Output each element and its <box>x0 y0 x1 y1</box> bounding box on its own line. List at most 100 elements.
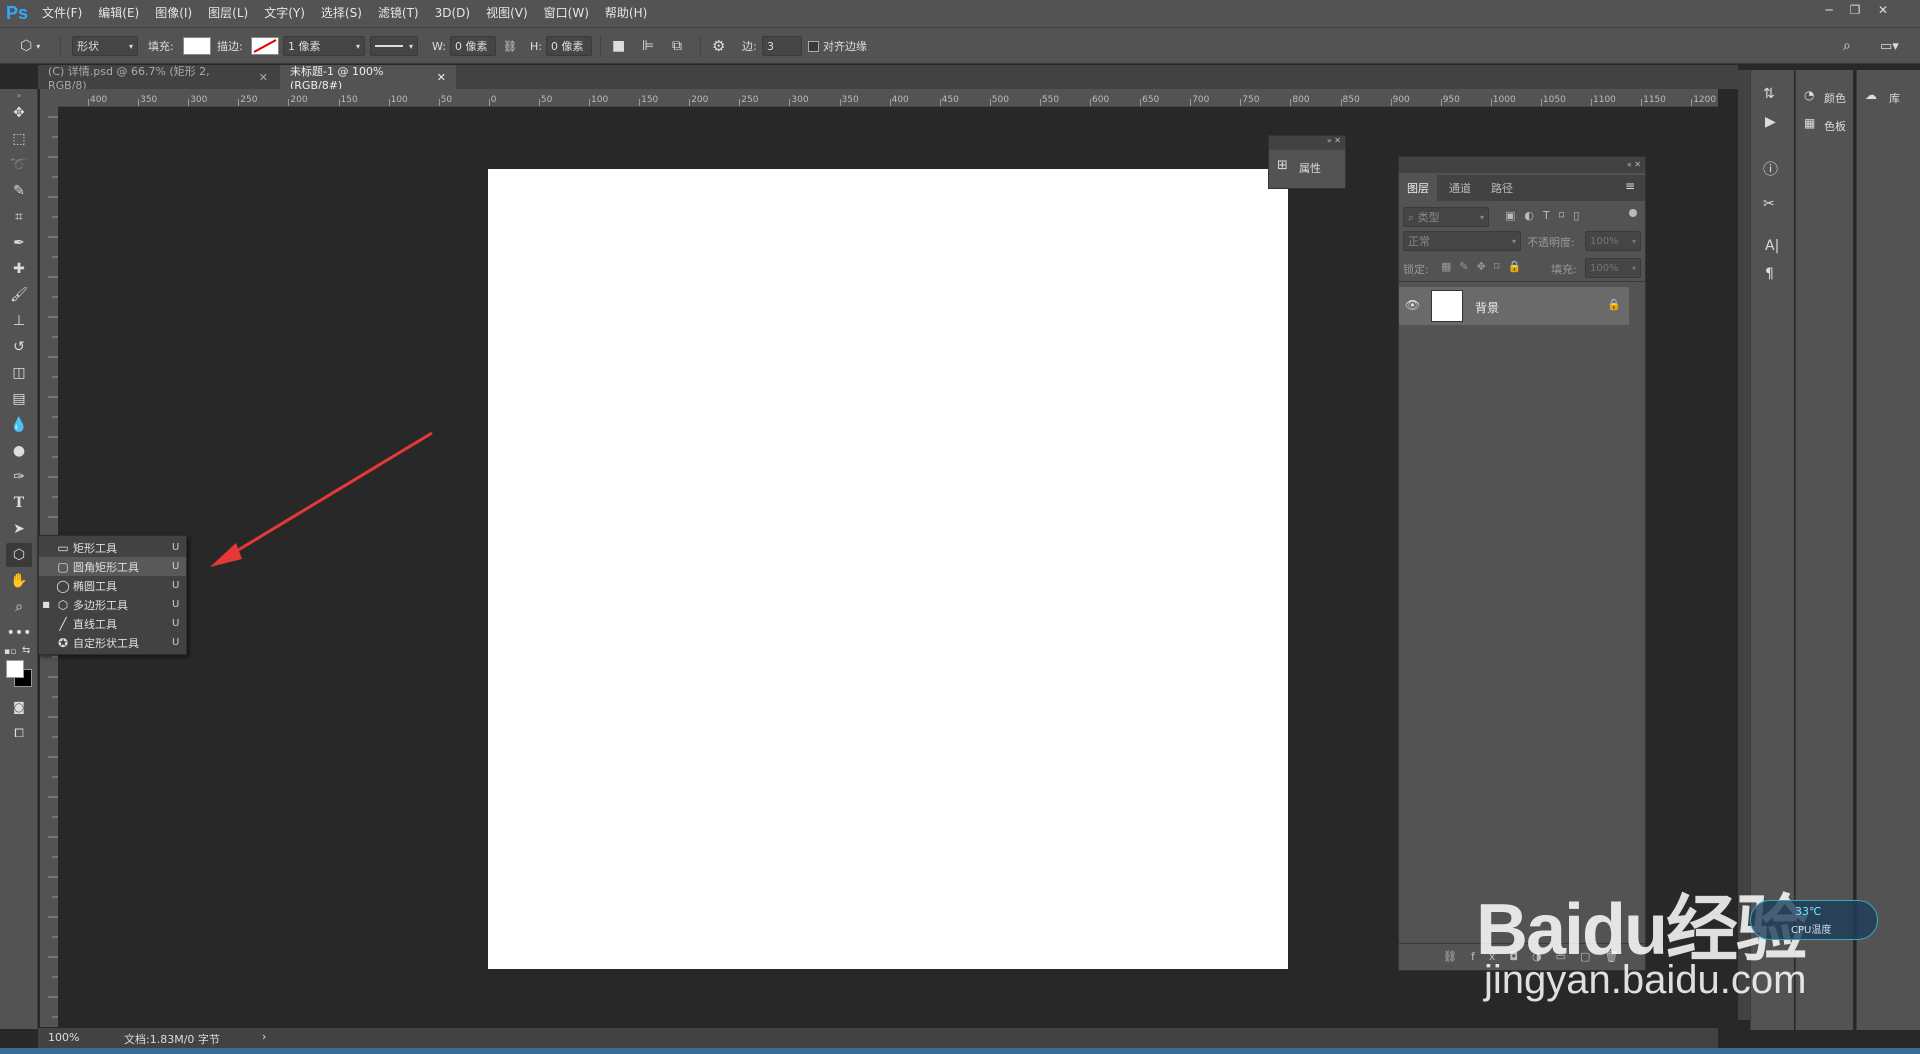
opacity-input[interactable]: 100% ▾ <box>1585 231 1641 251</box>
default-colors-icon[interactable]: ▪▫ <box>4 647 16 657</box>
properties-icon[interactable]: ⊞ <box>1277 158 1288 173</box>
sides-input[interactable]: 3 <box>762 36 802 56</box>
menu-item-10[interactable]: 帮助(H) <box>597 0 655 27</box>
stroke-type-select[interactable]: ▾ <box>370 36 418 56</box>
visibility-eye-icon[interactable]: 👁 <box>1405 298 1420 312</box>
menu-item-6[interactable]: 滤镜(T) <box>370 0 427 27</box>
panel-menu-icon[interactable]: ≡ <box>1625 179 1635 193</box>
quick-mask-icon[interactable]: ◙ <box>6 695 32 719</box>
info-icon[interactable]: ⓘ <box>1763 158 1778 179</box>
stamp-tool-icon[interactable]: ⊥ <box>6 309 32 333</box>
mode-select[interactable]: 形状 ▾ <box>72 36 138 56</box>
restore-button[interactable]: ❐ <box>1842 0 1868 20</box>
gear-icon[interactable]: ⚙ <box>712 36 725 56</box>
swap-colors-icon[interactable]: ⇆ <box>22 645 30 656</box>
tab-paths[interactable]: 路径 <box>1483 175 1521 201</box>
lock-icons[interactable]: ▦✎✥⌑🔒 <box>1441 260 1529 273</box>
gradient-tool-icon[interactable]: ▤ <box>6 387 32 411</box>
hand-tool-icon[interactable]: ✋ <box>6 569 32 593</box>
flyout-item-rectangle[interactable]: ▭ 矩形工具 U <box>39 538 186 557</box>
library-panel-label[interactable]: 库 <box>1889 90 1900 106</box>
history-brush-tool-icon[interactable]: ↺ <box>6 335 32 359</box>
paragraph-icon[interactable]: ¶ <box>1765 266 1774 282</box>
flyout-item-rounded-rectangle[interactable]: ▢ 圆角矩形工具 U <box>39 557 186 576</box>
zoom-level[interactable]: 100% <box>48 1031 79 1044</box>
menu-item-4[interactable]: 文字(Y) <box>256 0 313 27</box>
menu-item-7[interactable]: 3D(D) <box>427 0 478 27</box>
move-tool-icon[interactable]: ✥ <box>6 101 32 125</box>
stroke-swatch[interactable] <box>251 37 279 55</box>
brush-settings-icon[interactable]: ✂ <box>1763 196 1775 212</box>
menu-item-9[interactable]: 窗口(W) <box>536 0 597 27</box>
layers-footer-icons[interactable]: ⛓fx◘◑▭▢🗑 <box>1399 943 1645 969</box>
eraser-tool-icon[interactable]: ◫ <box>6 361 32 385</box>
lasso-tool-icon[interactable]: ➰ <box>6 153 32 177</box>
layer-row[interactable]: 👁 背景 🔒 <box>1399 287 1629 325</box>
foreground-color-swatch[interactable] <box>6 660 24 678</box>
type-tool-icon[interactable]: T <box>6 491 32 515</box>
eyedropper-tool-icon[interactable]: ✒ <box>6 231 32 255</box>
menu-item-5[interactable]: 选择(S) <box>313 0 370 27</box>
minimize-button[interactable]: ─ <box>1816 0 1842 20</box>
fill-swatch[interactable] <box>183 37 211 55</box>
menu-item-1[interactable]: 编辑(E) <box>90 0 147 27</box>
blend-mode-select[interactable]: 正常 ▾ <box>1403 231 1521 251</box>
path-alignment-icon[interactable]: ⊫ <box>642 36 654 56</box>
swatches-icon[interactable]: ▦ <box>1804 116 1815 130</box>
height-input[interactable]: 0 像素 <box>546 36 592 56</box>
filter-toggle[interactable] <box>1629 209 1637 217</box>
fill-input[interactable]: 100% ▾ <box>1585 258 1641 278</box>
tab-channels[interactable]: 通道 <box>1441 175 1479 201</box>
menu-item-3[interactable]: 图层(L) <box>200 0 256 27</box>
workspace-icon[interactable]: ▭▾ <box>1880 36 1899 56</box>
polygon-tool-icon[interactable]: ⬡ <box>6 543 32 567</box>
screen-mode-icon[interactable]: ⧠ <box>6 721 32 745</box>
close-window-button[interactable]: ✕ <box>1870 0 1896 20</box>
flyout-item-custom-shape[interactable]: ✪ 自定形状工具 U <box>39 633 186 652</box>
tab-layers[interactable]: 图层 <box>1399 175 1437 201</box>
pen-tool-icon[interactable]: ✑ <box>6 465 32 489</box>
properties-label[interactable]: 属性 <box>1299 160 1321 176</box>
menu-item-2[interactable]: 图像(I) <box>147 0 200 27</box>
path-select-tool-icon[interactable]: ➤ <box>6 517 32 541</box>
align-edges-checkbox[interactable]: 对齐边缘 <box>808 36 867 56</box>
tab-detail-psd[interactable]: (C) 详情.psd @ 66.7% (矩形 2, RGB/8) ✕ <box>38 65 278 92</box>
path-arrangement-icon[interactable]: ⧉ <box>672 36 682 56</box>
tool-preset-picker[interactable]: ⬡ ▾ <box>20 36 40 56</box>
search-icon[interactable]: ⌕ <box>1843 36 1851 56</box>
healing-brush-tool-icon[interactable]: ✚ <box>6 257 32 281</box>
stroke-width-select[interactable]: 1 像素 ▾ <box>283 36 365 56</box>
tab-untitled-1[interactable]: 未标题-1 @ 100%(RGB/8#) ✕ <box>280 65 456 92</box>
menu-item-8[interactable]: 视图(V) <box>478 0 536 27</box>
filter-icons[interactable]: ▣◐T⌑▯ <box>1505 209 1588 222</box>
cc-library-icon[interactable]: ☁ <box>1865 88 1877 102</box>
menu-item-0[interactable]: 文件(F) <box>34 0 90 27</box>
more-tools-icon[interactable]: ••• <box>6 621 32 645</box>
flyout-item-ellipse[interactable]: ◯ 椭圆工具 U <box>39 576 186 595</box>
marquee-tool-icon[interactable]: ⬚ <box>6 127 32 151</box>
filter-type-select[interactable]: ⌕ 类型 ▾ <box>1403 207 1489 227</box>
close-icon[interactable]: ✕ <box>437 71 446 84</box>
layer-name[interactable]: 背景 <box>1475 299 1499 316</box>
flyout-item-polygon[interactable]: ■ ⬡ 多边形工具 U <box>39 595 186 614</box>
dodge-tool-icon[interactable]: ● <box>6 439 32 463</box>
collapse-icon[interactable]: » <box>0 91 38 100</box>
zoom-tool-icon[interactable]: ⌕ <box>6 595 32 619</box>
path-operations-icon[interactable]: ■ <box>612 36 625 56</box>
link-icon[interactable]: ⛓ <box>503 36 517 56</box>
close-icon[interactable]: ✕ <box>259 71 268 84</box>
blur-tool-icon[interactable]: 💧 <box>6 413 32 437</box>
quick-select-tool-icon[interactable]: ✎ <box>6 179 32 203</box>
color-icon[interactable]: ◔ <box>1804 88 1814 102</box>
crop-tool-icon[interactable]: ⌗ <box>6 205 32 229</box>
actions-play-icon[interactable]: ▶ <box>1765 114 1776 130</box>
color-panel-label[interactable]: 颜色 <box>1824 90 1846 106</box>
status-menu-arrow[interactable]: › <box>262 1030 266 1043</box>
brush-tool-icon[interactable]: 🖌 <box>6 283 32 307</box>
swatches-panel-label[interactable]: 色板 <box>1824 118 1846 134</box>
history-icon[interactable]: ⇅ <box>1763 86 1775 102</box>
character-icon[interactable]: A| <box>1765 238 1779 254</box>
document-canvas[interactable] <box>488 169 1288 969</box>
flyout-item-line[interactable]: ╱ 直线工具 U <box>39 614 186 633</box>
width-input[interactable]: 0 像素 <box>450 36 496 56</box>
